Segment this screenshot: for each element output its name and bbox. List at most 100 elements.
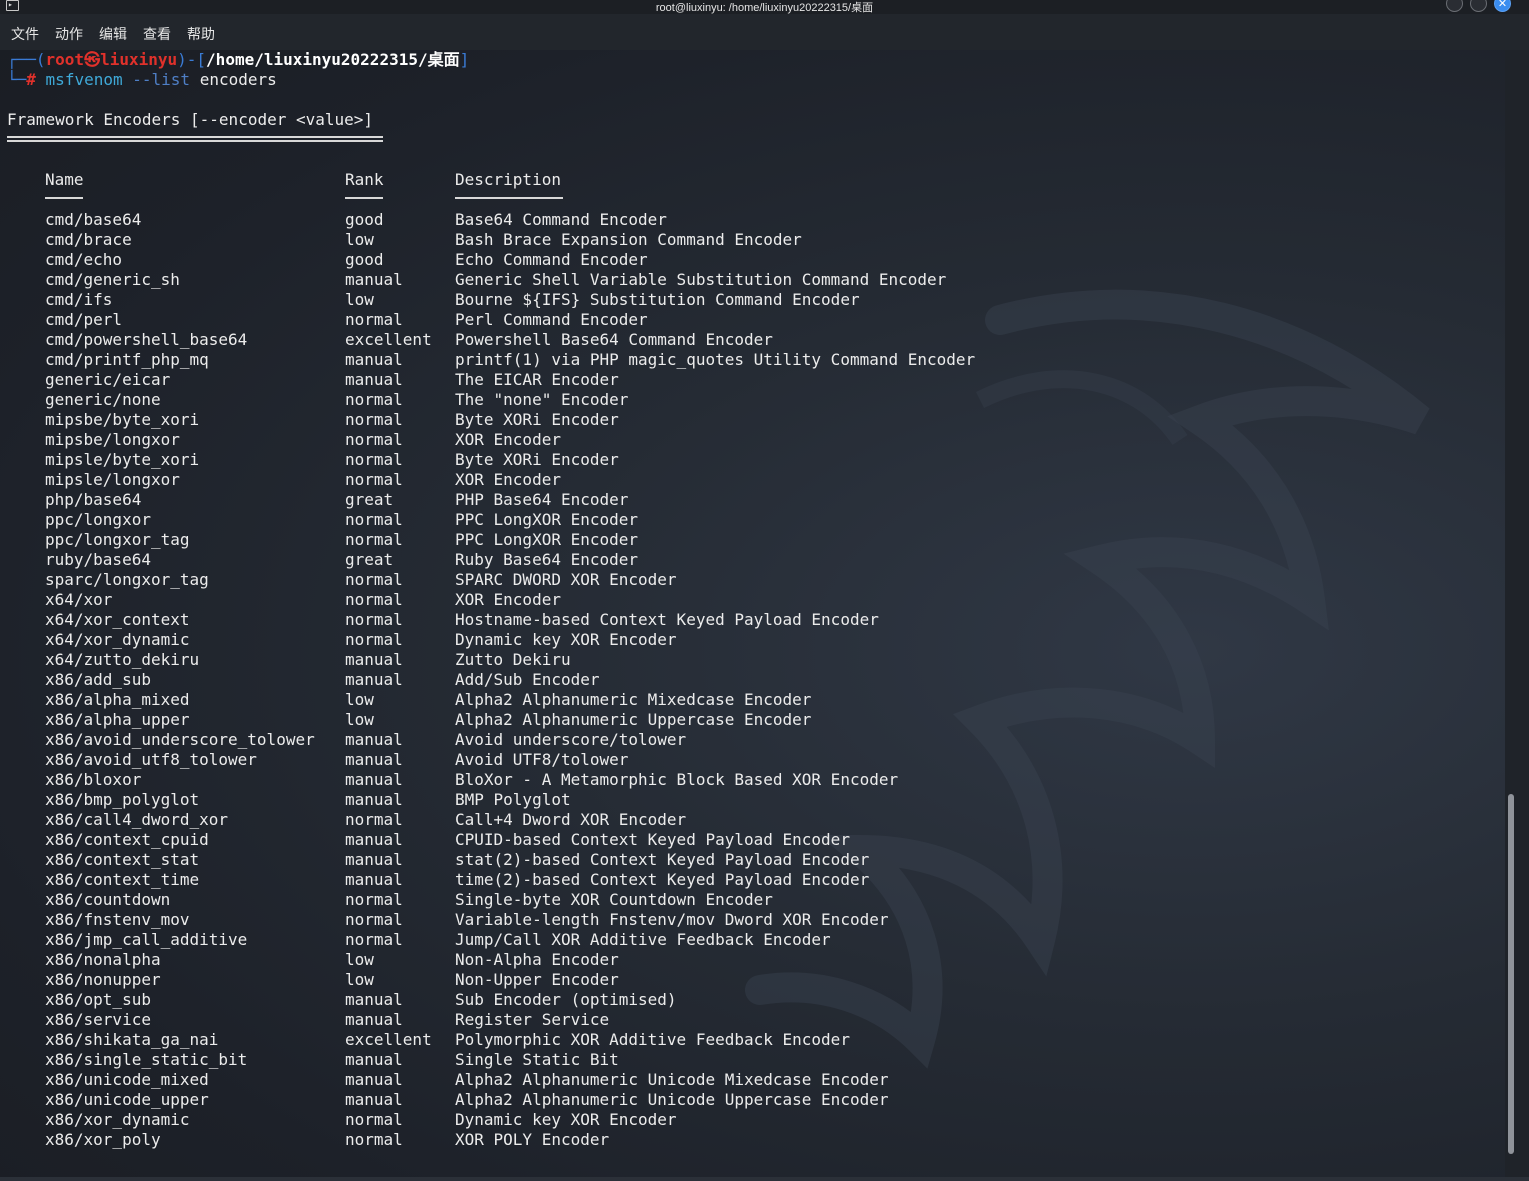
encoder-rank: normal — [345, 590, 403, 609]
menu-file[interactable]: 文件 — [11, 24, 39, 44]
encoder-name: x86/service — [45, 1010, 151, 1029]
encoder-description: PPC LongXOR Encoder — [455, 510, 639, 529]
encoder-name: x86/shikata_ga_nai — [45, 1030, 219, 1049]
encoder-name: x86/nonupper — [45, 970, 161, 989]
encoder-name: x86/bloxor — [45, 770, 142, 789]
header-rank-underline — [345, 197, 383, 199]
encoder-rank: excellent — [345, 330, 432, 349]
encoder-rank: great — [345, 490, 394, 509]
encoder-rank: manual — [345, 350, 403, 369]
prompt-line-2: └─# msfvenom --list encoders — [7, 70, 277, 90]
section-title: Framework Encoders [--encoder <value>] — [7, 110, 374, 129]
header-name: Name — [45, 170, 84, 189]
encoder-name: x86/alpha_mixed — [45, 690, 190, 709]
encoder-rank: normal — [345, 410, 403, 429]
encoder-description: XOR Encoder — [455, 430, 561, 449]
encoder-rank: manual — [345, 1010, 403, 1029]
encoder-rank: normal — [345, 510, 403, 529]
encoder-rank: normal — [345, 1130, 403, 1149]
encoder-name: mipsbe/longxor — [45, 430, 180, 449]
encoder-rank: manual — [345, 270, 403, 289]
encoder-rank: manual — [345, 870, 403, 889]
encoder-name: php/base64 — [45, 490, 142, 509]
encoder-name: generic/eicar — [45, 370, 171, 389]
encoder-name: cmd/brace — [45, 230, 132, 249]
encoder-description: Alpha2 Alphanumeric Unicode Uppercase En… — [455, 1090, 889, 1109]
encoder-rank: normal — [345, 1110, 403, 1129]
encoder-rank: low — [345, 710, 374, 729]
encoder-description: Perl Command Encoder — [455, 310, 648, 329]
encoder-rank: normal — [345, 930, 403, 949]
encoder-rank: low — [345, 230, 374, 249]
encoder-name: mipsbe/byte_xori — [45, 410, 200, 429]
menu-help[interactable]: 帮助 — [187, 24, 215, 44]
encoder-description: Generic Shell Variable Substitution Comm… — [455, 270, 947, 289]
encoder-rank: normal — [345, 570, 403, 589]
encoder-description: Polymorphic XOR Additive Feedback Encode… — [455, 1030, 850, 1049]
title-bar: ▸ root@liuxinyu: /home/liuxinyu20222315/… — [0, 0, 1529, 14]
encoder-name: cmd/perl — [45, 310, 123, 329]
encoder-name: mipsle/longxor — [45, 470, 180, 489]
menu-edit[interactable]: 编辑 — [99, 24, 127, 44]
encoder-description: Single Static Bit — [455, 1050, 619, 1069]
header-description: Description — [455, 170, 561, 189]
encoder-rank: low — [345, 290, 374, 309]
prompt-host: liuxinyu — [100, 50, 178, 69]
encoder-description: Alpha2 Alphanumeric Mixedcase Encoder — [455, 690, 812, 709]
encoder-rank: good — [345, 250, 384, 269]
terminal-output[interactable]: ┌──(root㉿liuxinyu)-[/home/liuxinyu202223… — [0, 50, 1505, 1181]
encoder-name: x64/zutto_dekiru — [45, 650, 200, 669]
encoder-description: Non-Alpha Encoder — [455, 950, 619, 969]
encoder-description: XOR Encoder — [455, 590, 561, 609]
encoder-name: generic/none — [45, 390, 161, 409]
header-rank: Rank — [345, 170, 384, 189]
encoder-name: x86/opt_sub — [45, 990, 151, 1009]
encoder-name: x86/avoid_utf8_tolower — [45, 750, 257, 769]
prompt-skull: ㉿ — [84, 50, 101, 69]
encoder-name: x86/xor_dynamic — [45, 1110, 190, 1129]
section-title-underline — [7, 136, 383, 142]
encoder-description: Add/Sub Encoder — [455, 670, 600, 689]
encoder-description: Powershell Base64 Command Encoder — [455, 330, 773, 349]
menu-view[interactable]: 查看 — [143, 24, 171, 44]
encoder-rank: manual — [345, 730, 403, 749]
menu-action[interactable]: 动作 — [55, 24, 83, 44]
encoder-description: time(2)-based Context Keyed Payload Enco… — [455, 870, 870, 889]
encoder-rank: low — [345, 970, 374, 989]
encoder-description: Register Service — [455, 1010, 610, 1029]
encoder-description: Bourne ${IFS} Substitution Command Encod… — [455, 290, 860, 309]
header-description-underline — [455, 197, 563, 199]
encoder-rank: manual — [345, 370, 403, 389]
encoder-name: x86/single_static_bit — [45, 1050, 248, 1069]
encoder-name: x64/xor_context — [45, 610, 190, 629]
encoder-rank: low — [345, 950, 374, 969]
prompt-hash: # — [26, 70, 36, 89]
encoder-rank: normal — [345, 810, 403, 829]
encoder-rank: normal — [345, 470, 403, 489]
terminal-window: ▸ root@liuxinyu: /home/liuxinyu20222315/… — [0, 0, 1529, 1181]
encoder-rank: great — [345, 550, 394, 569]
encoder-description: Hostname-based Context Keyed Payload Enc… — [455, 610, 879, 629]
menu-bar: 文件 动作 编辑 查看 帮助 — [0, 14, 1529, 50]
encoder-description: Sub Encoder (optimised) — [455, 990, 677, 1009]
prompt-box-open: ┌──( — [7, 50, 46, 69]
encoder-description: Dynamic key XOR Encoder — [455, 630, 677, 649]
prompt-user: root — [45, 50, 85, 69]
encoder-description: Base64 Command Encoder — [455, 210, 667, 229]
bottom-strip — [0, 1177, 1529, 1181]
encoder-description: The "none" Encoder — [455, 390, 629, 409]
close-icon: ✕ — [1497, 0, 1508, 10]
encoder-name: cmd/echo — [45, 250, 123, 269]
encoder-description: Avoid UTF8/tolower — [455, 750, 629, 769]
encoder-name: x86/avoid_underscore_tolower — [45, 730, 315, 749]
encoder-rank: excellent — [345, 1030, 432, 1049]
scrollbar-thumb[interactable] — [1508, 794, 1514, 1154]
encoder-name: x86/jmp_call_additive — [45, 930, 248, 949]
command-option: --list — [132, 70, 191, 89]
encoder-rank: normal — [345, 890, 403, 909]
encoder-name: x86/nonalpha — [45, 950, 161, 969]
encoder-rank: normal — [345, 310, 403, 329]
encoder-name: x86/context_cpuid — [45, 830, 209, 849]
encoder-description: Single-byte XOR Countdown Encoder — [455, 890, 773, 909]
encoder-description: Bash Brace Expansion Command Encoder — [455, 230, 802, 249]
